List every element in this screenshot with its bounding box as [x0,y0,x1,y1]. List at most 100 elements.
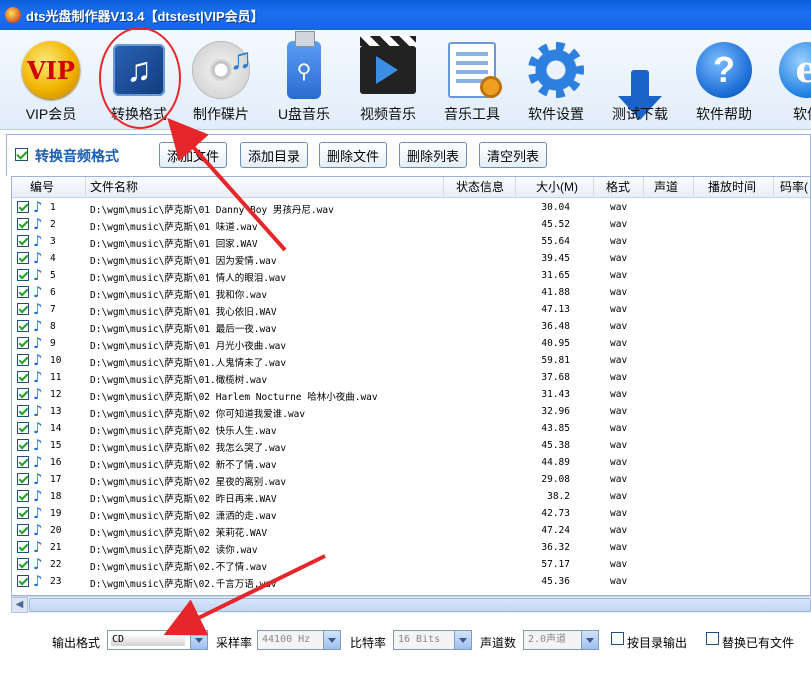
row-format: wav [610,389,628,400]
table-row[interactable]: ♪ 22 D:\wgm\music\萨克斯\02.不了情.wav 57.17 wav [12,555,810,573]
row-checkbox[interactable] [17,558,29,570]
row-number: 12 [50,389,62,400]
row-checkbox[interactable] [17,405,29,417]
table-row[interactable]: ♪ 4 D:\wgm\music\萨克斯\01 因为爱情.wav 39.45 wav [12,249,810,267]
row-checkbox[interactable] [17,235,29,247]
table-row[interactable]: ♪ 15 D:\wgm\music\萨克斯\02 我怎么哭了.wav 45.38 wav [12,436,810,454]
directory-output-checkbox[interactable] [611,632,624,645]
toolbar-video-music[interactable]: 视频音乐 [347,36,429,126]
row-checkbox[interactable] [17,303,29,315]
chevron-down-icon[interactable] [581,631,598,649]
row-checkbox[interactable] [17,354,29,366]
row-size: 36.32 [541,542,570,553]
column-bitrate[interactable]: 码率( [774,177,810,198]
row-checkbox[interactable] [17,269,29,281]
column-file-name[interactable]: 文件名称 [86,177,444,198]
row-file-name: D:\wgm\music\萨克斯\02 你可知道我爱谁.wav [90,409,306,420]
table-row[interactable]: ♪ 16 D:\wgm\music\萨克斯\02 新不了情.wav 44.89 wav [12,453,810,471]
music-note-icon: ♪ [33,521,43,539]
table-row[interactable]: ♪ 1 D:\wgm\music\萨克斯\01 Danny Boy 男孩丹尼.wav… [12,198,810,216]
toolbar-test-download[interactable]: 测试下载 [599,36,681,126]
bitrate-select[interactable]: 16 Bits [393,630,472,650]
row-checkbox[interactable] [17,201,29,213]
table-row[interactable]: ♪ 6 D:\wgm\music\萨克斯\01 我和你.wav 41.88 wav [12,283,810,301]
row-checkbox[interactable] [17,507,29,519]
convert-format-checkbox[interactable] [15,148,28,161]
table-row[interactable]: ♪ 13 D:\wgm\music\萨克斯\02 你可知道我爱谁.wav 32.96 w… [12,402,810,420]
row-checkbox[interactable] [17,473,29,485]
row-size: 31.65 [541,270,570,281]
row-size: 38.2 [547,491,570,502]
row-file-name: D:\wgm\music\萨克斯\02 读你.wav [90,545,258,556]
row-checkbox[interactable] [17,575,29,587]
clear-list-button[interactable]: 清空列表 [479,142,547,168]
table-row[interactable]: ♪ 10 D:\wgm\music\萨克斯\01.人鬼情未了.wav 59.81 wav [12,351,810,369]
row-file-name: D:\wgm\music\萨克斯\02 潇洒的走.wav [90,511,277,522]
scrollbar-thumb[interactable] [29,598,811,612]
row-checkbox[interactable] [17,422,29,434]
row-checkbox[interactable] [17,286,29,298]
table-row[interactable]: ♪ 2 D:\wgm\music\萨克斯\01 味道.wav 45.52 wav [12,215,810,233]
row-checkbox[interactable] [17,371,29,383]
add-directory-button[interactable]: 添加目录 [240,142,308,168]
horizontal-scrollbar[interactable]: ◀ [11,596,811,613]
channels-select[interactable]: 2.0声道 [523,630,599,650]
column-format[interactable]: 格式 [594,177,644,198]
column-duration[interactable]: 播放时间 [694,177,774,198]
table-row[interactable]: ♪ 5 D:\wgm\music\萨克斯\01 情人的眼泪.wav 31.65 wav [12,266,810,284]
chevron-down-icon[interactable] [323,631,340,649]
chevron-down-icon[interactable] [190,631,207,649]
row-number: 22 [50,559,62,570]
row-size: 44.89 [541,457,570,468]
table-row[interactable]: ♪ 21 D:\wgm\music\萨克斯\02 读你.wav 36.32 wav [12,538,810,556]
column-channels[interactable]: 声道 [644,177,694,198]
row-file-name: D:\wgm\music\萨克斯\02.千言万语.wav [90,579,277,590]
row-checkbox[interactable] [17,541,29,553]
table-row[interactable]: ♪ 9 D:\wgm\music\萨克斯\01 月光小夜曲.wav 40.95 wav [12,334,810,352]
toolbar-vip[interactable]: VIP VIP会员 [10,36,92,126]
delete-file-button[interactable]: 删除文件 [319,142,387,168]
table-row[interactable]: ♪ 17 D:\wgm\music\萨克斯\02 星夜的离别.wav 29.08 wav [12,470,810,488]
toolbar-usb-music[interactable]: ⚲ U盘音乐 [263,31,345,126]
toolbar-convert-format[interactable]: ♫ 转换格式 [98,36,180,126]
table-row[interactable]: ♪ 14 D:\wgm\music\萨克斯\02 快乐人生.wav 43.85 wav [12,419,810,437]
column-status[interactable]: 状态信息 [444,177,516,198]
row-checkbox[interactable] [17,456,29,468]
delete-list-button[interactable]: 删除列表 [399,142,467,168]
column-number[interactable]: 编号 [12,177,86,198]
row-checkbox[interactable] [17,320,29,332]
music-note-icon: ♪ [33,385,43,403]
toolbar-music-tools[interactable]: 音乐工具 [431,36,513,126]
scroll-left-icon[interactable]: ◀ [11,597,28,613]
chevron-down-icon[interactable] [454,631,471,649]
table-row[interactable]: ♪ 23 D:\wgm\music\萨克斯\02.千言万语.wav 45.36 wav [12,572,810,590]
row-checkbox[interactable] [17,337,29,349]
toolbar-software-more[interactable]: e 软件 [766,36,811,126]
table-row[interactable]: ♪ 8 D:\wgm\music\萨克斯\01 最后一夜.wav 36.48 wav [12,317,810,335]
table-row[interactable]: ♪ 19 D:\wgm\music\萨克斯\02 潇洒的走.wav 42.73 wav [12,504,810,522]
table-row[interactable]: ♪ 7 D:\wgm\music\萨克斯\01 我心依旧.WAV 47.13 wav [12,300,810,318]
toolbar-software-settings[interactable]: 软件设置 [515,36,597,126]
column-size[interactable]: 大小(M) [516,177,594,198]
table-row[interactable]: ♪ 3 D:\wgm\music\萨克斯\01 回家.WAV 55.64 wav [12,232,810,250]
table-row[interactable]: ♪ 11 D:\wgm\music\萨克斯\01.橄榄树.wav 37.68 wav [12,368,810,386]
row-checkbox[interactable] [17,524,29,536]
row-checkbox[interactable] [17,439,29,451]
row-format: wav [610,304,628,315]
row-checkbox[interactable] [17,388,29,400]
table-row[interactable]: ♪ 18 D:\wgm\music\萨克斯\02 昨日再来.WAV 38.2 wav [12,487,810,505]
row-size: 31.43 [541,389,570,400]
row-checkbox[interactable] [17,218,29,230]
row-checkbox[interactable] [17,490,29,502]
row-checkbox[interactable] [17,252,29,264]
toolbar-make-disc[interactable]: ♫ 制作碟片 [180,36,262,126]
output-format-select[interactable]: CD [107,630,208,650]
replace-existing-checkbox[interactable] [706,632,719,645]
samplerate-select[interactable]: 44100 Hz [257,630,341,650]
table-row[interactable]: ♪ 12 D:\wgm\music\萨克斯\02 Harlem Nocturne 哈… [12,385,810,403]
file-list-table: 编号 文件名称 状态信息 大小(M) 格式 声道 播放时间 码率( ♪ 1 D:\w… [11,176,811,596]
toolbar-software-help[interactable]: ? 软件帮助 [683,36,765,126]
row-size: 39.45 [541,253,570,264]
add-file-button[interactable]: 添加文件 [159,142,227,168]
table-row[interactable]: ♪ 20 D:\wgm\music\萨克斯\02 茉莉花.WAV 47.24 wav [12,521,810,539]
